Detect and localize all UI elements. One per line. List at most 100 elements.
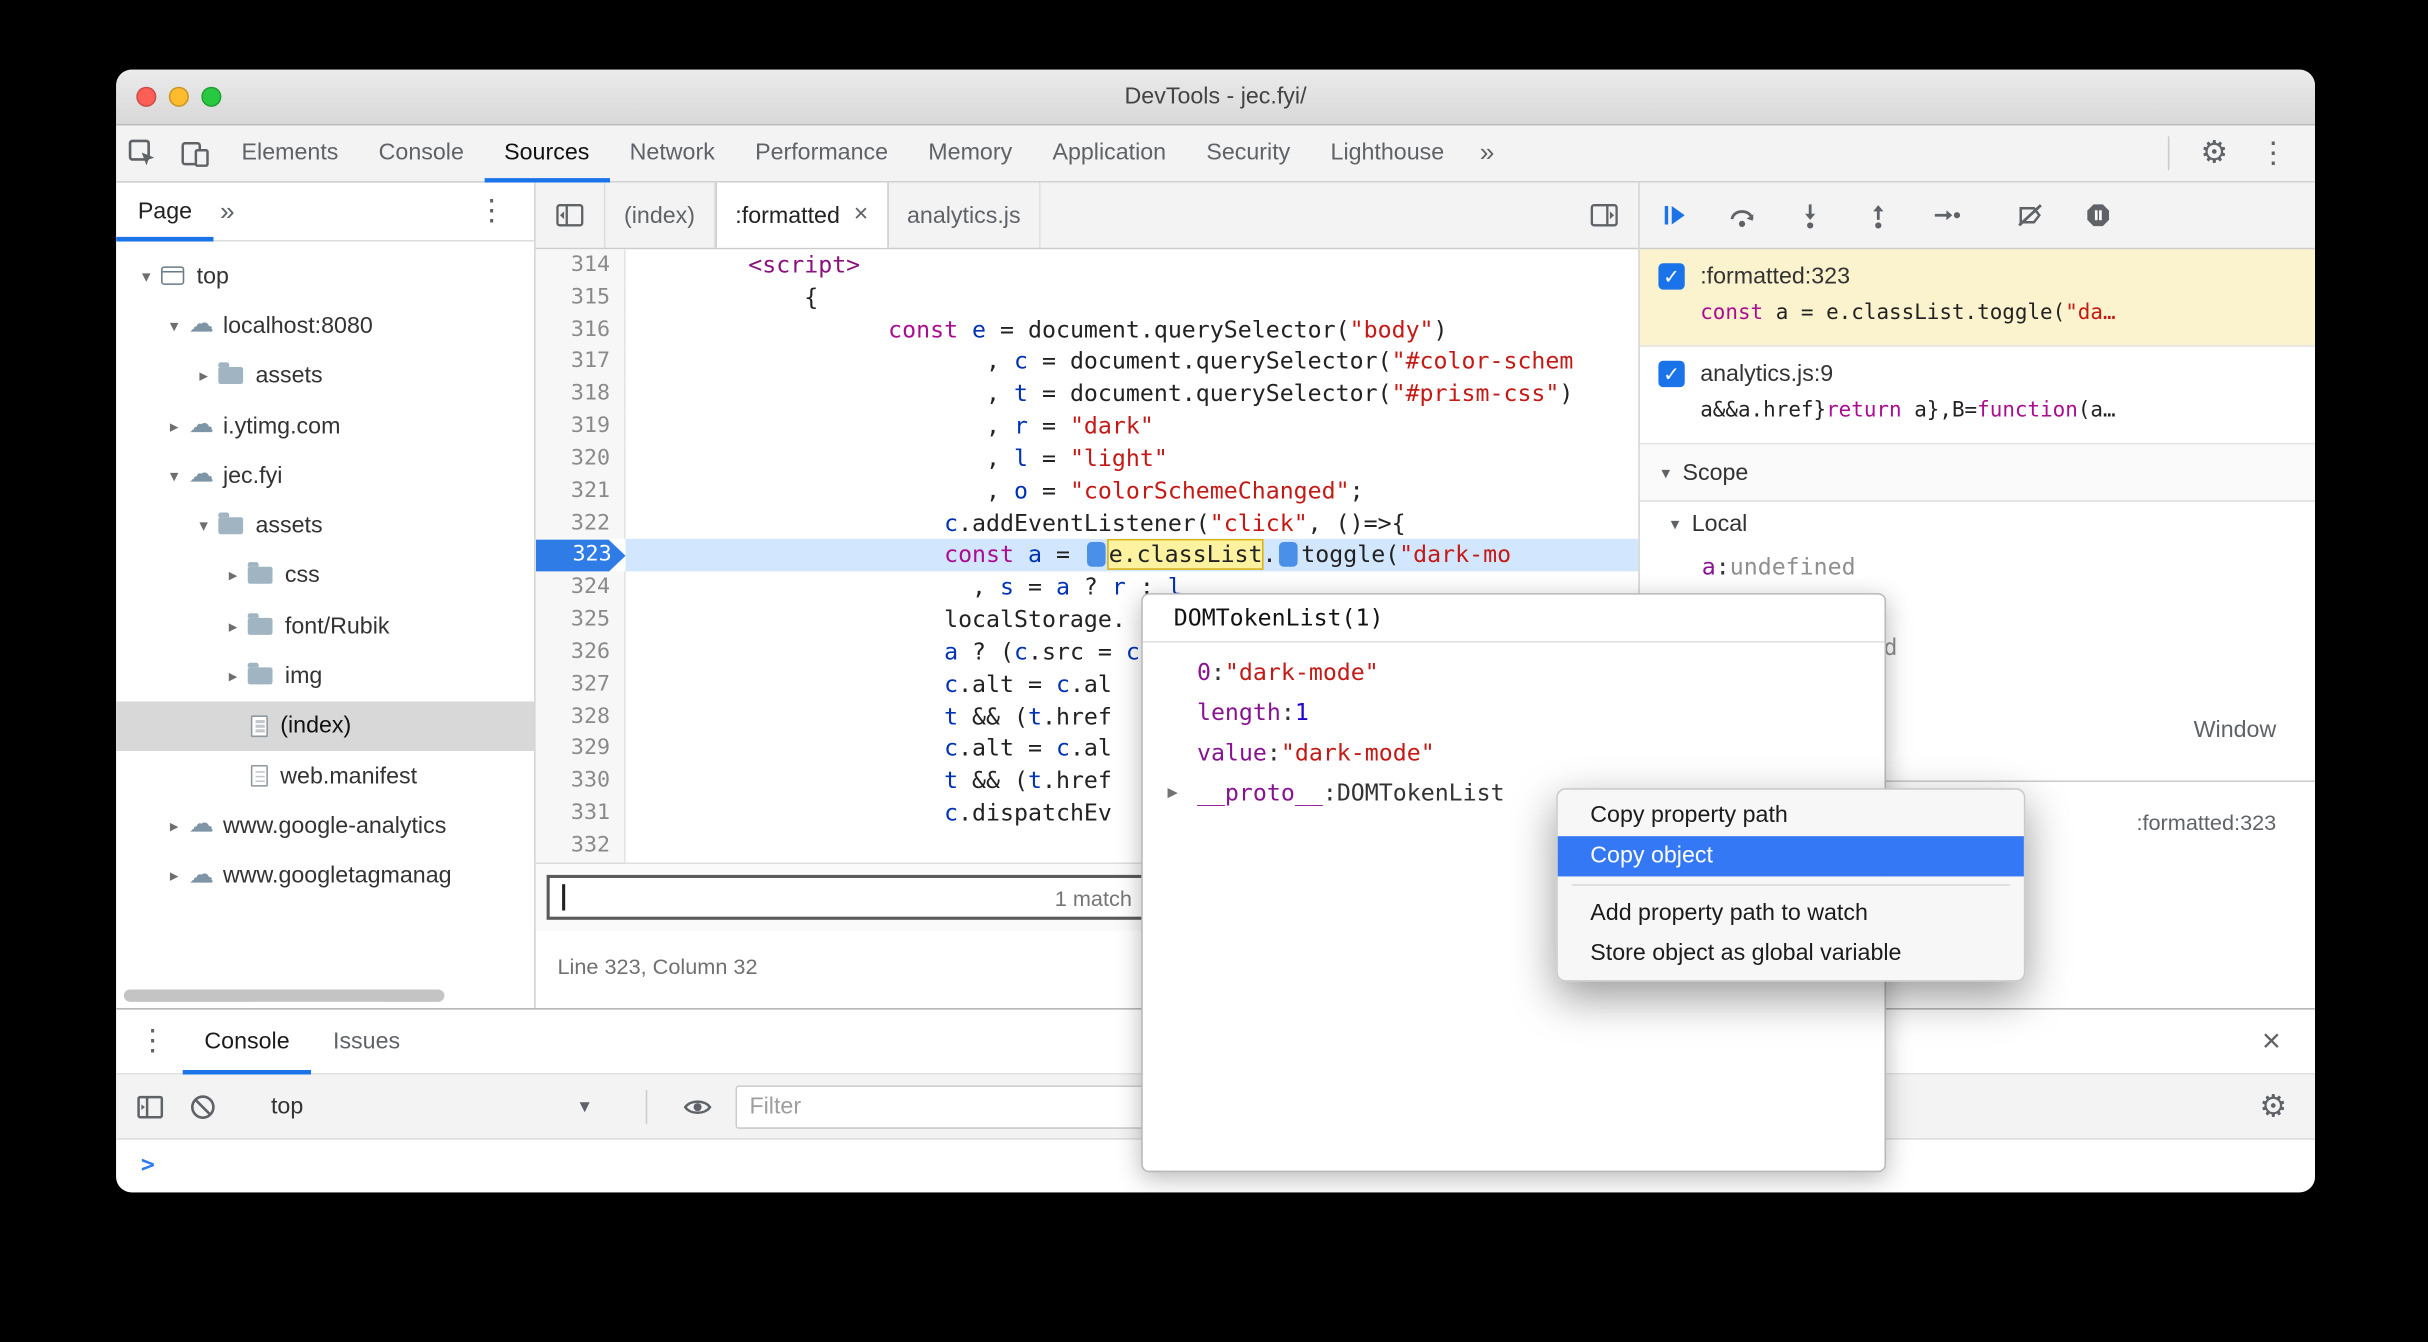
- tab-security[interactable]: Security: [1186, 125, 1310, 182]
- tree-collapsed-arrow-icon[interactable]: ▸: [159, 416, 188, 436]
- step-button[interactable]: [1931, 200, 1962, 231]
- settings-gear-icon[interactable]: ⚙: [2188, 125, 2241, 181]
- code-line-content[interactable]: c.addEventListener("click", ()=>{: [626, 507, 1639, 539]
- inline-breakpoint-marker-icon[interactable]: [1279, 542, 1299, 568]
- menu-item-add-property-path-to-watch[interactable]: Add property path to watch: [1558, 893, 2024, 933]
- console-context-selector[interactable]: top ▼: [240, 1093, 612, 1119]
- tree-expanded-arrow-icon[interactable]: ▾: [132, 266, 161, 286]
- line-number-315[interactable]: 315: [535, 281, 626, 314]
- code-line-323[interactable]: 323 const a = e.classList. toggle("dark-m…: [535, 539, 1639, 572]
- tree-item-i-ytimg-com[interactable]: ▸ ☁ i.ytimg.com: [116, 401, 534, 451]
- editor-tab-formatted[interactable]: :formatted ×: [715, 182, 889, 248]
- tree-collapsed-arrow-icon[interactable]: ▸: [159, 816, 188, 836]
- main-menu-kebab-icon[interactable]: ⋮: [2247, 125, 2300, 181]
- code-line-content[interactable]: , t = document.querySelector("#prism-css…: [626, 378, 1639, 410]
- tree-expanded-arrow-icon[interactable]: ▾: [159, 466, 188, 486]
- close-window-button[interactable]: [136, 86, 157, 107]
- tree-item-localhost-8080[interactable]: ▾ ☁ localhost:8080: [116, 301, 534, 351]
- tree-item-font-rubik[interactable]: ▸ font/Rubik: [116, 601, 534, 651]
- toggle-debugger-sidebar-icon[interactable]: [1570, 183, 1638, 248]
- editor-tab-analytics[interactable]: analytics.js: [888, 182, 1041, 248]
- tree-collapsed-arrow-icon[interactable]: ▸: [218, 666, 247, 686]
- inspect-element-icon[interactable]: [116, 125, 169, 181]
- code-line-314[interactable]: 314 <script>: [535, 249, 1639, 282]
- tree-item-jec-fyi[interactable]: ▾ ☁ jec.fyi: [116, 451, 534, 501]
- line-number-332[interactable]: 332: [535, 829, 626, 863]
- tree-collapsed-arrow-icon[interactable]: ▸: [159, 866, 188, 886]
- line-number-321[interactable]: 321: [535, 475, 626, 508]
- minimize-window-button[interactable]: [168, 86, 189, 107]
- code-line-316[interactable]: 316 const e = document.querySelector("bo…: [535, 313, 1639, 347]
- code-line-318[interactable]: 318 , t = document.querySelector("#prism…: [535, 378, 1639, 411]
- inline-breakpoint-marker-icon[interactable]: [1087, 542, 1106, 568]
- scope-section-header[interactable]: ▾ Scope: [1639, 444, 2315, 502]
- line-number-317[interactable]: 317: [535, 346, 626, 379]
- tree-collapsed-arrow-icon[interactable]: ▸: [189, 366, 218, 386]
- tree-item-top[interactable]: ▾ top: [116, 251, 534, 301]
- pause-on-exceptions-button[interactable]: [2083, 200, 2114, 231]
- sidebar-horizontal-scrollbar[interactable]: [123, 989, 445, 1002]
- zoom-window-button[interactable]: [201, 86, 222, 107]
- object-property-row[interactable]: value: "dark-mode": [1143, 732, 1885, 772]
- step-out-button[interactable]: [1863, 200, 1894, 231]
- line-number-328[interactable]: 328: [535, 700, 626, 734]
- object-property-row[interactable]: length: 1: [1143, 692, 1885, 732]
- breakpoint-checkbox[interactable]: ✓: [1658, 360, 1685, 388]
- line-number-323[interactable]: 323: [535, 539, 626, 572]
- line-number-314[interactable]: 314: [535, 249, 626, 282]
- deactivate-breakpoints-button[interactable]: [2015, 200, 2046, 231]
- tab-elements[interactable]: Elements: [221, 125, 358, 182]
- tree-item-img[interactable]: ▸ img: [116, 651, 534, 701]
- tree-item-www-googletagmanag[interactable]: ▸ ☁ www.googletagmanag: [116, 851, 534, 901]
- menu-item-store-object-as-global-variable[interactable]: Store object as global variable: [1558, 934, 2024, 974]
- tree-expanded-arrow-icon[interactable]: ▾: [189, 516, 218, 536]
- line-number-329[interactable]: 329: [535, 733, 626, 766]
- live-expression-eye-icon[interactable]: [681, 1091, 714, 1122]
- resume-script-button[interactable]: [1658, 200, 1689, 231]
- code-line-317[interactable]: 317 , c = document.querySelector("#color…: [535, 346, 1639, 379]
- code-line-content[interactable]: const e = document.querySelector("body"): [626, 314, 1639, 346]
- line-number-326[interactable]: 326: [535, 636, 626, 669]
- tab-lighthouse[interactable]: Lighthouse: [1310, 125, 1464, 182]
- navigator-more-tabs-icon[interactable]: »: [214, 196, 241, 227]
- step-into-button[interactable]: [1795, 200, 1826, 231]
- title-bar[interactable]: DevTools - jec.fyi/: [116, 69, 2315, 126]
- tab-memory[interactable]: Memory: [908, 125, 1032, 182]
- tree-item-assets[interactable]: ▸ assets: [116, 351, 534, 401]
- line-number-325[interactable]: 325: [535, 604, 626, 637]
- tab-console[interactable]: Console: [359, 125, 484, 182]
- device-toolbar-icon[interactable]: [169, 125, 222, 181]
- console-sidebar-icon[interactable]: [135, 1091, 166, 1122]
- tab-page[interactable]: Page: [116, 182, 214, 241]
- code-line-content[interactable]: , r = "dark": [626, 411, 1639, 443]
- code-line-320[interactable]: 320 , l = "light": [535, 442, 1639, 476]
- line-number-319[interactable]: 319: [535, 410, 626, 443]
- line-number-318[interactable]: 318: [535, 378, 626, 411]
- close-drawer-icon[interactable]: ×: [2262, 1023, 2293, 1060]
- code-line-322[interactable]: 322 c.addEventListener("click", ()=>{: [535, 507, 1639, 540]
- tab-performance[interactable]: Performance: [735, 125, 908, 182]
- line-number-324[interactable]: 324: [535, 571, 626, 605]
- more-tabs-icon[interactable]: »: [1464, 138, 1510, 169]
- code-line-321[interactable]: 321 , o = "colorSchemeChanged";: [535, 475, 1639, 508]
- tree-item-index[interactable]: (index): [116, 700, 535, 751]
- line-number-331[interactable]: 331: [535, 797, 626, 830]
- scope-local-header[interactable]: ▾ Local: [1640, 502, 2315, 547]
- tab-console[interactable]: Console: [183, 1009, 312, 1074]
- scope-variable-row[interactable]: a: undefined: [1640, 547, 2315, 587]
- code-line-319[interactable]: 319 , r = "dark": [535, 410, 1639, 443]
- editor-tab-index[interactable]: (index): [605, 182, 716, 248]
- menu-item-copy-property-path[interactable]: Copy property path: [1558, 796, 2024, 836]
- code-line-content[interactable]: <script>: [626, 249, 1639, 281]
- toggle-navigator-icon[interactable]: [536, 182, 606, 248]
- tab-network[interactable]: Network: [609, 125, 734, 182]
- drawer-menu-kebab-icon[interactable]: ⋮: [138, 1027, 167, 1056]
- expand-arrow-icon[interactable]: ▶: [1168, 773, 1197, 813]
- navigator-menu-kebab-icon[interactable]: ⋮: [477, 197, 534, 226]
- breakpoint-entry[interactable]: ✓:formatted:323 const a = e.classList.tog…: [1639, 249, 2315, 347]
- tree-collapsed-arrow-icon[interactable]: ▸: [218, 566, 247, 586]
- clear-console-icon[interactable]: [187, 1091, 218, 1122]
- menu-item-copy-object[interactable]: Copy object: [1557, 836, 2024, 877]
- tree-item-web-manifest[interactable]: web.manifest: [116, 751, 534, 801]
- code-line-content[interactable]: , l = "light": [626, 443, 1639, 475]
